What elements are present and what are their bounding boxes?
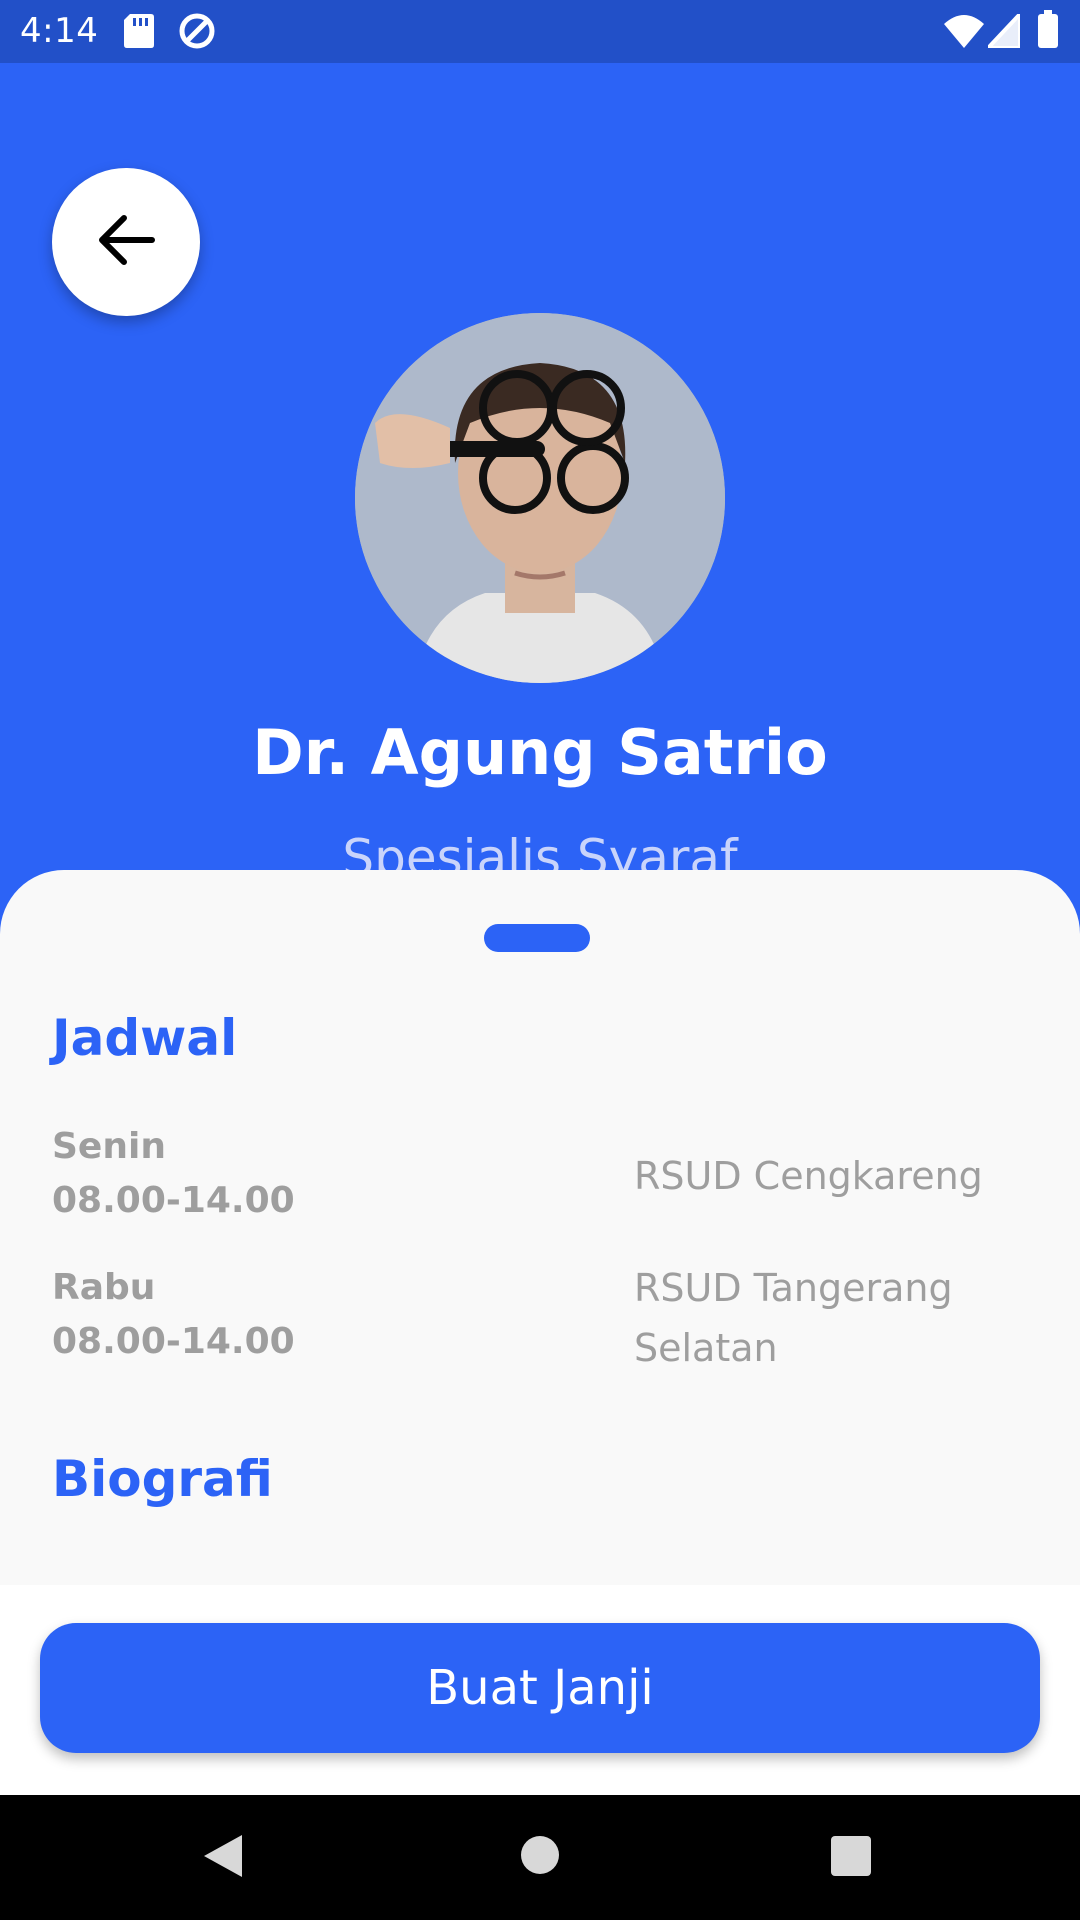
back-button[interactable] bbox=[52, 168, 200, 316]
schedule-time: 08.00-14.00 bbox=[52, 1321, 295, 1362]
home-circle-icon[interactable] bbox=[520, 1835, 560, 1879]
drag-handle[interactable] bbox=[484, 924, 590, 952]
schedule-day: Senin bbox=[52, 1126, 166, 1167]
back-triangle-icon[interactable] bbox=[202, 1833, 244, 1883]
schedule-place: RSUD Cengkareng bbox=[634, 1154, 983, 1198]
arrow-left-icon bbox=[96, 214, 156, 270]
schedule-title: Jadwal bbox=[52, 1009, 238, 1067]
schedule-time: 08.00-14.00 bbox=[52, 1180, 295, 1221]
status-bar: 4:14 bbox=[0, 0, 1080, 63]
footer-bar: Buat Janji bbox=[0, 1585, 1080, 1795]
sd-card-icon bbox=[124, 14, 154, 52]
doctor-name: Dr. Agung Satrio bbox=[252, 716, 828, 789]
wifi-icon bbox=[944, 14, 984, 52]
doctor-header: Dr. Agung Satrio Spesialis Syaraf bbox=[0, 63, 1080, 943]
doctor-avatar bbox=[355, 313, 725, 683]
data-saver-icon bbox=[178, 12, 216, 54]
signal-icon bbox=[983, 8, 1022, 52]
make-appointment-button[interactable]: Buat Janji bbox=[40, 1623, 1040, 1753]
status-time: 4:14 bbox=[20, 11, 99, 51]
schedule-place: RSUD Tangerang Selatan bbox=[634, 1266, 953, 1370]
system-nav-bar bbox=[0, 1795, 1080, 1920]
schedule-day: Rabu bbox=[52, 1267, 156, 1308]
recents-square-icon[interactable] bbox=[830, 1835, 872, 1881]
detail-sheet: Jadwal Senin 08.00-14.00 RSUD Cengkareng… bbox=[0, 870, 1080, 1585]
battery-icon bbox=[1038, 10, 1058, 52]
biography-title: Biografi bbox=[52, 1450, 273, 1508]
